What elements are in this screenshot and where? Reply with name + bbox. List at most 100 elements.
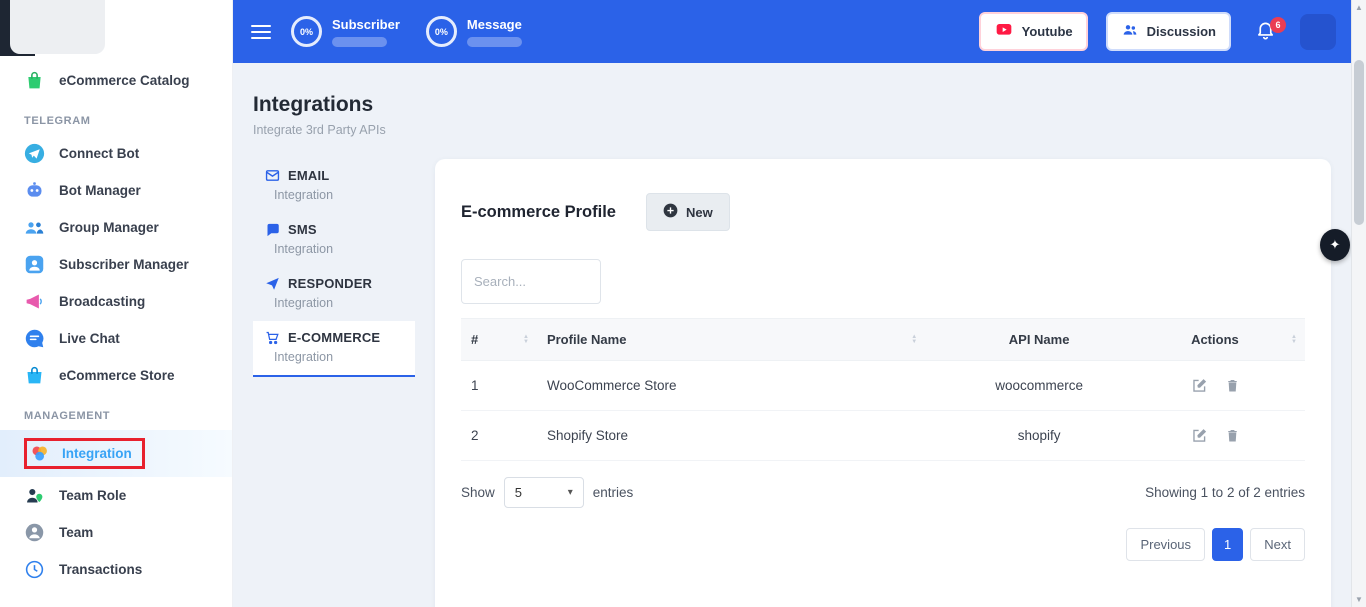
team-role-icon bbox=[24, 485, 45, 506]
subscriber-stat: 0% Subscriber bbox=[291, 16, 400, 47]
robot-icon bbox=[24, 180, 45, 201]
logo-area bbox=[0, 0, 232, 62]
sidebar-item-label: Bot Manager bbox=[59, 183, 141, 198]
row-api-name: woocommerce bbox=[925, 361, 1153, 411]
subscriber-stat-label: Subscriber bbox=[332, 17, 400, 32]
scroll-up-arrow-icon[interactable]: ▲ bbox=[1352, 3, 1366, 12]
discussion-button[interactable]: Discussion bbox=[1106, 12, 1231, 51]
scrollbar-thumb[interactable] bbox=[1354, 60, 1364, 225]
sidebar-section-management: MANAGEMENT bbox=[24, 410, 232, 422]
sidebar-item-label: Broadcasting bbox=[59, 294, 145, 309]
hamburger-menu-icon[interactable] bbox=[251, 25, 271, 39]
youtube-button[interactable]: Youtube bbox=[979, 12, 1088, 51]
top-navbar: 0% Subscriber 0% Message Youtub bbox=[233, 0, 1366, 63]
plus-circle-icon bbox=[663, 203, 678, 221]
row-num: 2 bbox=[461, 411, 537, 461]
showing-entries-text: Showing 1 to 2 of 2 entries bbox=[1145, 485, 1305, 500]
sort-icon[interactable]: ▲▼ bbox=[523, 335, 529, 345]
annotation-highlight: Integration bbox=[24, 438, 145, 469]
notification-bell[interactable]: 6 bbox=[1255, 19, 1276, 45]
vertical-scrollbar[interactable]: ▲ ▼ bbox=[1351, 0, 1366, 607]
profiles-table: # ▲▼ Profile Name ▲▼ API Name bbox=[461, 318, 1305, 461]
sidebar-item-broadcasting[interactable]: Broadcasting bbox=[0, 283, 232, 320]
show-label: Show bbox=[461, 485, 495, 500]
main-area: 0% Subscriber 0% Message Youtub bbox=[233, 0, 1366, 607]
sidebar-item-ecommerce-store[interactable]: eCommerce Store bbox=[0, 357, 232, 394]
avatar[interactable] bbox=[1300, 14, 1336, 50]
column-header-label: # bbox=[471, 332, 478, 347]
column-header-num[interactable]: # ▲▼ bbox=[461, 319, 537, 361]
message-stat-label: Message bbox=[467, 17, 522, 32]
integration-menu-label: EMAIL bbox=[288, 168, 329, 183]
chevron-down-icon: ▾ bbox=[568, 487, 573, 498]
row-actions bbox=[1153, 411, 1305, 461]
integration-menu-label: SMS bbox=[288, 222, 317, 237]
content-area: Integrations Integrate 3rd Party APIs EM… bbox=[233, 63, 1366, 607]
cart-icon bbox=[265, 330, 280, 345]
table-header-row: # ▲▼ Profile Name ▲▼ API Name bbox=[461, 319, 1305, 361]
delete-icon[interactable] bbox=[1224, 377, 1241, 394]
ai-assistant-button[interactable]: ✦ bbox=[1320, 229, 1350, 261]
sidebar-item-group-manager[interactable]: Group Manager bbox=[0, 209, 232, 246]
integration-menu-item-ecommerce[interactable]: E-COMMERCE Integration bbox=[253, 321, 415, 377]
sidebar-item-integration[interactable]: Integration bbox=[0, 430, 232, 477]
table-row: 1 WooCommerce Store woocommerce bbox=[461, 361, 1305, 411]
sparkle-icon: ✦ bbox=[1330, 237, 1341, 253]
search-input[interactable] bbox=[461, 259, 601, 304]
integration-menu-item-sms[interactable]: SMS Integration bbox=[253, 213, 415, 267]
row-profile-name: WooCommerce Store bbox=[537, 361, 925, 411]
ecommerce-profile-card: E-commerce Profile New bbox=[435, 159, 1331, 607]
sidebar-item-subscriber-manager[interactable]: Subscriber Manager bbox=[0, 246, 232, 283]
sidebar-item-bot-manager[interactable]: Bot Manager bbox=[0, 172, 232, 209]
column-header-api-name[interactable]: API Name bbox=[925, 319, 1153, 361]
page-size-value: 5 bbox=[515, 485, 522, 500]
sidebar-item-live-chat[interactable]: Live Chat bbox=[0, 320, 232, 357]
integration-menu-item-responder[interactable]: RESPONDER Integration bbox=[253, 267, 415, 321]
sidebar-item-ecommerce-catalog[interactable]: eCommerce Catalog bbox=[0, 62, 232, 99]
sort-icon[interactable]: ▲▼ bbox=[911, 335, 917, 345]
scroll-down-arrow-icon[interactable]: ▼ bbox=[1352, 595, 1366, 604]
message-stat: 0% Message bbox=[426, 16, 522, 47]
column-header-label: API Name bbox=[1009, 332, 1070, 347]
navbar-right: Youtube Discussion 6 bbox=[979, 12, 1336, 51]
edit-icon[interactable] bbox=[1191, 427, 1208, 444]
sidebar-item-team[interactable]: Team bbox=[0, 514, 232, 551]
youtube-button-label: Youtube bbox=[1022, 24, 1073, 39]
page-size-control: Show 5 ▾ entries bbox=[461, 477, 633, 508]
megaphone-icon bbox=[24, 291, 45, 312]
logo[interactable] bbox=[10, 0, 105, 54]
edit-icon[interactable] bbox=[1191, 377, 1208, 394]
sidebar-item-label: Subscriber Manager bbox=[59, 257, 189, 272]
column-header-actions[interactable]: Actions ▲▼ bbox=[1153, 319, 1305, 361]
shopping-bag-green-icon bbox=[24, 70, 45, 91]
current-page-button[interactable]: 1 bbox=[1212, 528, 1243, 561]
column-header-label: Profile Name bbox=[547, 332, 626, 347]
row-num: 1 bbox=[461, 361, 537, 411]
sidebar-item-label: Team Role bbox=[59, 488, 126, 503]
row-profile-name: Shopify Store bbox=[537, 411, 925, 461]
page-size-select[interactable]: 5 ▾ bbox=[504, 477, 584, 508]
new-profile-button[interactable]: New bbox=[646, 193, 730, 231]
new-button-label: New bbox=[686, 205, 713, 220]
integration-menu-label: E-COMMERCE bbox=[288, 330, 380, 345]
chat-icon bbox=[24, 328, 45, 349]
previous-page-button[interactable]: Previous bbox=[1126, 528, 1205, 561]
notification-badge: 6 bbox=[1270, 17, 1286, 33]
panel-title: E-commerce Profile bbox=[461, 203, 616, 222]
sidebar-item-label: Live Chat bbox=[59, 331, 120, 346]
sidebar-item-transactions[interactable]: Transactions bbox=[0, 551, 232, 588]
transactions-clock-icon bbox=[24, 559, 45, 580]
subscriber-icon bbox=[24, 254, 45, 275]
team-icon bbox=[24, 522, 45, 543]
sidebar-item-team-role[interactable]: Team Role bbox=[0, 477, 232, 514]
message-progress-ring: 0% bbox=[426, 16, 457, 47]
next-page-button[interactable]: Next bbox=[1250, 528, 1305, 561]
column-header-profile-name[interactable]: Profile Name ▲▼ bbox=[537, 319, 925, 361]
column-header-label: Actions bbox=[1191, 332, 1239, 347]
delete-icon[interactable] bbox=[1224, 427, 1241, 444]
sidebar-item-connect-bot[interactable]: Connect Bot bbox=[0, 135, 232, 172]
integration-menu-sublabel: Integration bbox=[274, 350, 403, 364]
sort-icon[interactable]: ▲▼ bbox=[1291, 335, 1297, 345]
entries-label: entries bbox=[593, 485, 634, 500]
integration-menu-item-email[interactable]: EMAIL Integration bbox=[253, 159, 415, 213]
